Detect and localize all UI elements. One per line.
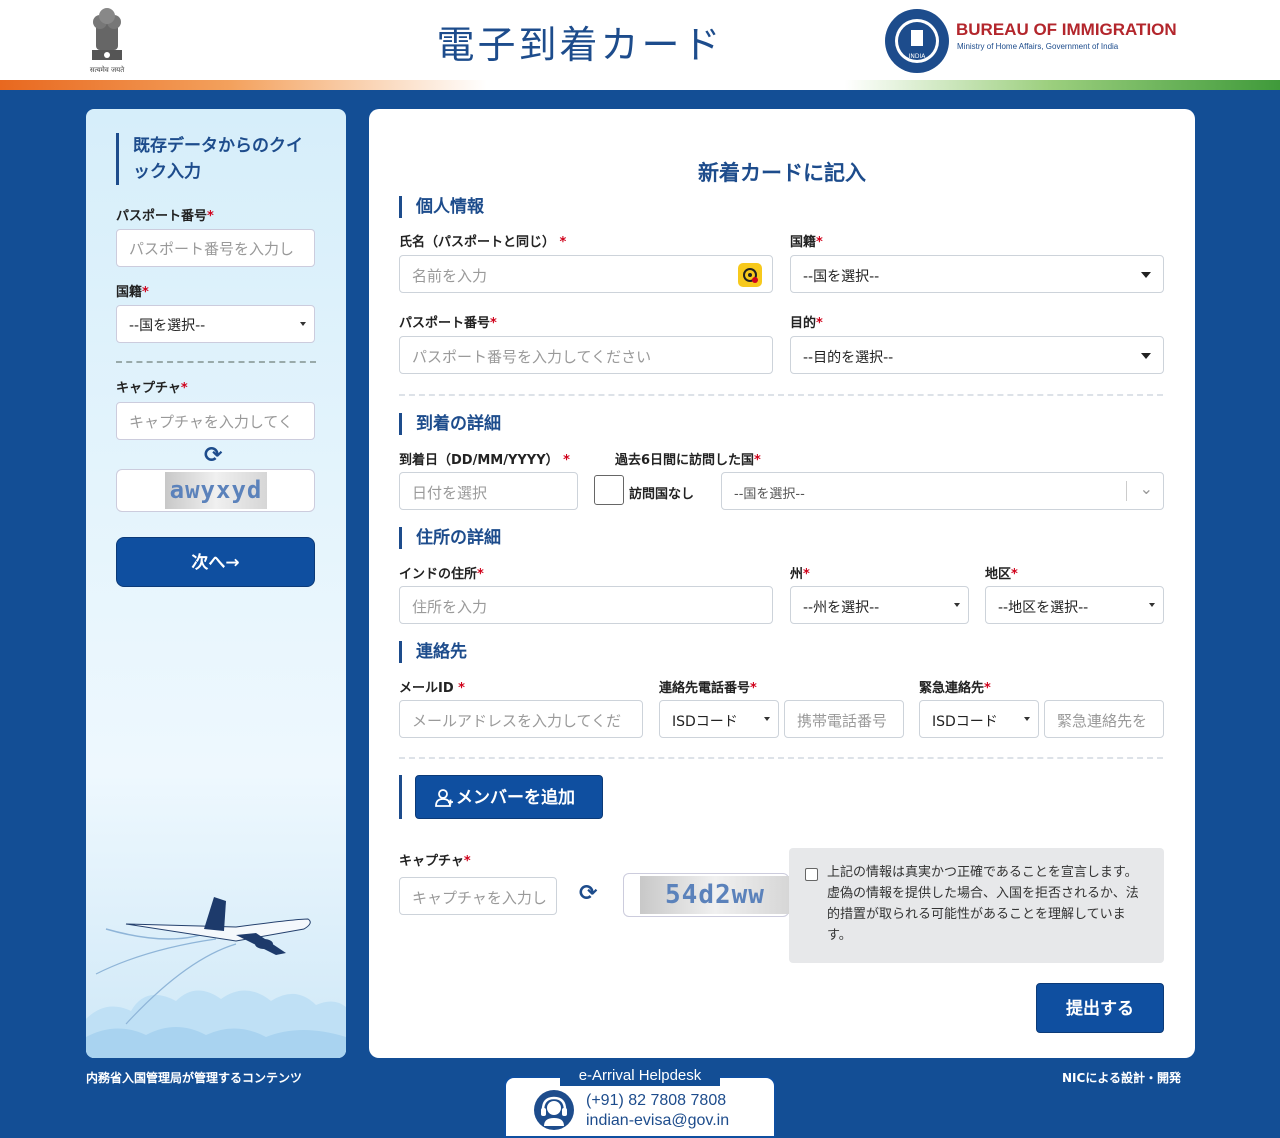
section-address-title: 住所の詳細: [399, 527, 501, 549]
emergency-input[interactable]: 緊急連絡先を: [1044, 700, 1164, 738]
declaration-checkbox[interactable]: [805, 868, 818, 881]
name-label: 氏名（パスポートと同じ） *: [399, 235, 567, 250]
helpdesk-title: e-Arrival Helpdesk: [560, 1066, 720, 1086]
quick-captcha-box: awyxyd: [116, 469, 315, 512]
svg-text:INDIA: INDIA: [909, 53, 927, 60]
section-arrival-title: 到着の詳細: [399, 413, 501, 435]
chevron-down-icon: ⌄: [1139, 479, 1153, 498]
tricolor-strip: [0, 80, 1280, 90]
national-emblem-logo: सत्यमेव जयते: [82, 6, 132, 76]
captcha-image: 54d2ww: [640, 876, 790, 914]
microphone-icon[interactable]: [738, 263, 762, 287]
chevron-down-icon: [1141, 272, 1151, 278]
quick-captcha-label: キャプチャ*: [116, 381, 188, 396]
india-address-label: インドの住所*: [399, 567, 484, 582]
quick-captcha-image: awyxyd: [165, 472, 267, 509]
divider: [399, 394, 1163, 396]
name-input[interactable]: 名前を入力: [399, 255, 773, 293]
quick-captcha-input[interactable]: キャプチャを入力してく: [116, 402, 315, 440]
chevron-down-icon: [1024, 717, 1030, 721]
state-select[interactable]: --州を選択--: [790, 586, 969, 624]
chevron-down-icon: [954, 603, 960, 607]
bureau-seal-icon: INDIA: [885, 9, 949, 73]
visited-countries-select[interactable]: --国を選択-- ⌄: [721, 472, 1164, 510]
refresh-icon[interactable]: ⟳: [579, 881, 597, 906]
district-label: 地区*: [985, 567, 1018, 582]
helpdesk-email[interactable]: indian-evisa@gov.in: [586, 1112, 729, 1130]
airplane-illustration: [86, 897, 346, 1058]
chevron-down-icon: [764, 717, 770, 721]
arrival-form-card: 新着カードに記入 個人情報 氏名（パスポートと同じ） * 名前を入力 国籍* -…: [369, 109, 1195, 1058]
declaration-text: 上記の情報は真実かつ正確であることを宣言します。虚偽の情報を提供した場合、入国を…: [827, 865, 1139, 943]
user-add-icon: [435, 789, 453, 807]
submit-button[interactable]: 提出する: [1036, 983, 1164, 1033]
bureau-title: BUREAU OF IMMIGRATION: [956, 20, 1177, 39]
arrival-date-input[interactable]: 日付を選択: [399, 472, 578, 510]
quick-fill-title: 既存データからのクイック入力: [116, 133, 316, 185]
passport-label: パスポート番号*: [399, 316, 497, 331]
chevron-down-icon: [1141, 353, 1151, 359]
lion-capital-icon: [92, 8, 122, 60]
helpdesk-phone[interactable]: (+91) 82 7808 7808: [586, 1092, 726, 1110]
add-member-accent: [399, 775, 402, 819]
quick-nationality-select[interactable]: --国を選択--: [116, 305, 315, 343]
bureau-subtitle: Ministry of Home Affairs, Government of …: [957, 42, 1119, 51]
nationality-label: 国籍*: [790, 235, 823, 250]
next-button[interactable]: 次へ→: [116, 537, 315, 587]
emergency-label: 緊急連絡先*: [919, 681, 991, 696]
captcha-label: キャプチャ*: [399, 854, 471, 869]
footer-design-credit: NICによる設計・開発: [1062, 1071, 1181, 1085]
refresh-icon[interactable]: ⟳: [204, 443, 222, 468]
nationality-select[interactable]: --国を選択--: [790, 255, 1164, 293]
add-member-button[interactable]: メンバーを追加: [415, 775, 603, 819]
declaration-box: 上記の情報は真実かつ正確であることを宣言します。虚偽の情報を提供した場合、入国を…: [789, 848, 1164, 963]
section-personal-title: 個人情報: [399, 196, 484, 218]
select-separator: [1126, 481, 1127, 501]
phone-isd-select[interactable]: ISDコード: [659, 700, 779, 738]
emergency-isd-select[interactable]: ISDコード: [919, 700, 1039, 738]
district-select[interactable]: --地区を選択--: [985, 586, 1164, 624]
chevron-down-icon: [300, 322, 306, 326]
section-contact-title: 連絡先: [399, 641, 467, 663]
captcha-input[interactable]: キャプチャを入力し: [399, 877, 557, 915]
headset-icon: [534, 1090, 574, 1130]
visited-countries-label: 過去6日間に訪問した国*: [615, 453, 761, 468]
quick-nationality-label: 国籍*: [116, 285, 149, 300]
passport-input[interactable]: パスポート番号を入力してください: [399, 336, 773, 374]
no-visit-label: 訪問国なし: [629, 487, 695, 502]
arrival-date-label: 到着日（DD/MM/YYYY） *: [399, 453, 570, 468]
divider: [116, 361, 316, 363]
email-input[interactable]: メールアドレスを入力してくだ: [399, 700, 643, 738]
quick-passport-label: パスポート番号*: [116, 209, 214, 224]
quick-passport-input[interactable]: パスポート番号を入力し: [116, 229, 315, 267]
email-label: メールID *: [399, 681, 465, 696]
site-header: सत्यमेव जयते 電子到着カード INDIA BUREAU OF IMM…: [0, 0, 1280, 80]
phone-label: 連絡先電話番号*: [659, 681, 757, 696]
quick-fill-panel: 既存データからのクイック入力 パスポート番号* パスポート番号を入力し 国籍* …: [86, 109, 346, 1058]
no-visit-checkbox[interactable]: [594, 475, 624, 505]
footer-content-credit: 内務省入国管理局が管理するコンテンツ: [86, 1071, 303, 1085]
divider: [399, 757, 1163, 759]
state-label: 州*: [790, 567, 810, 582]
form-title: 新着カードに記入: [698, 161, 866, 185]
india-address-input[interactable]: 住所を入力: [399, 586, 773, 624]
purpose-select[interactable]: --目的を選択--: [790, 336, 1164, 374]
purpose-label: 目的*: [790, 316, 823, 331]
emblem-motto: सत्यमेव जयते: [89, 66, 125, 74]
phone-input[interactable]: 携帯電話番号: [784, 700, 904, 738]
page-title: 電子到着カード: [436, 23, 724, 67]
chevron-down-icon: [1149, 603, 1155, 607]
captcha-box: 54d2ww: [623, 873, 790, 917]
